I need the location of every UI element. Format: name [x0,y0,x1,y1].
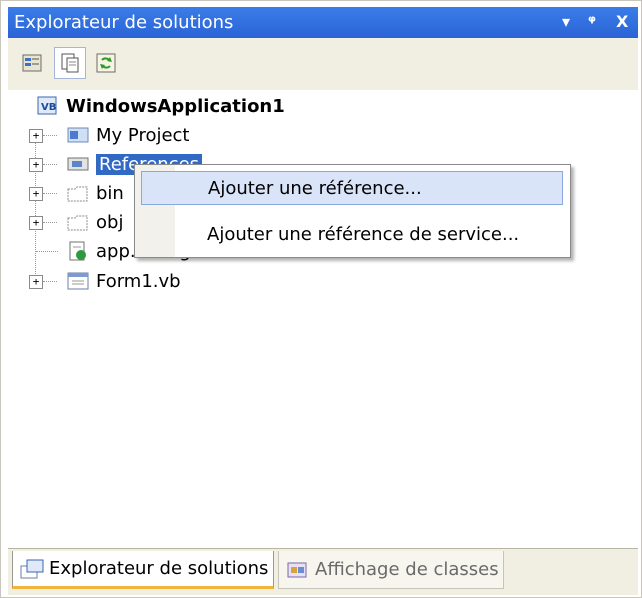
dropdown-arrow-icon[interactable]: ▾ [562,12,570,31]
tree-connector [36,251,58,252]
pin-icon[interactable]: ᵠ [588,12,596,31]
menu-item-add-service-reference[interactable]: Ajouter une référence de service... [141,217,563,251]
project-name: WindowsApplication1 [66,95,285,117]
expand-icon[interactable]: + [29,129,43,143]
svg-text:VB: VB [41,102,56,113]
my-project-icon [67,127,89,143]
tab-strip: Explorateur de solutions Affichage de cl… [8,548,638,595]
properties-icon [22,54,42,72]
tree-item-label: bin [96,182,124,204]
tree-connector [43,135,57,136]
form-icon [67,272,89,290]
menu-item-label: Ajouter une référence... [208,177,422,199]
show-all-files-icon [61,53,79,73]
tree-item-label: My Project [96,124,190,146]
menu-item-label: Ajouter une référence de service... [207,223,520,245]
tree-item-my-project[interactable]: My Project [66,121,190,149]
tree-item-obj[interactable]: obj [66,208,123,236]
class-view-icon [287,562,307,577]
refresh-button[interactable] [90,47,122,79]
title-bar[interactable]: Explorateur de solutions ▾ ᵠ X [8,7,638,38]
tab-label: Explorateur de solutions [49,558,269,579]
config-file-icon [69,241,86,261]
context-menu: Ajouter une référence... Ajouter une réf… [134,164,571,258]
solution-explorer-panel: Explorateur de solutions ▾ ᵠ X VB Window… [0,0,642,598]
solution-tree: VB WindowsApplication1 + My Project + Re… [8,90,638,548]
tree-connector [43,281,57,282]
window-title: Explorateur de solutions [14,12,234,33]
tab-label: Affichage de classes [315,559,499,580]
tree-connector [43,222,57,223]
tree-root[interactable]: VB WindowsApplication1 [36,92,285,120]
tree-item-bin[interactable]: bin [66,179,124,207]
folder-icon [67,186,88,202]
tab-solution-explorer[interactable]: Explorateur de solutions [12,551,274,589]
tree-connector [43,193,57,194]
close-icon[interactable]: X [616,12,628,31]
refresh-icon [96,53,116,73]
folder-icon [67,215,88,231]
expand-icon[interactable]: + [29,216,43,230]
show-all-files-button[interactable] [54,47,86,79]
solution-explorer-icon [20,559,44,578]
menu-item-add-reference[interactable]: Ajouter une référence... [141,171,563,205]
expand-icon[interactable]: + [29,187,43,201]
tree-item-label: Form1.vb [96,270,181,292]
tree-item-form1[interactable]: Form1.vb [66,267,181,295]
properties-button[interactable] [16,47,48,79]
expand-icon[interactable]: + [29,158,43,172]
tree-item-label: obj [96,211,124,233]
toolbar [8,38,638,90]
vb-project-icon: VB [37,96,57,115]
tree-connector [43,164,57,165]
tab-class-view[interactable]: Affichage de classes [278,551,504,589]
expand-icon[interactable]: + [29,275,43,289]
references-icon [67,157,89,171]
